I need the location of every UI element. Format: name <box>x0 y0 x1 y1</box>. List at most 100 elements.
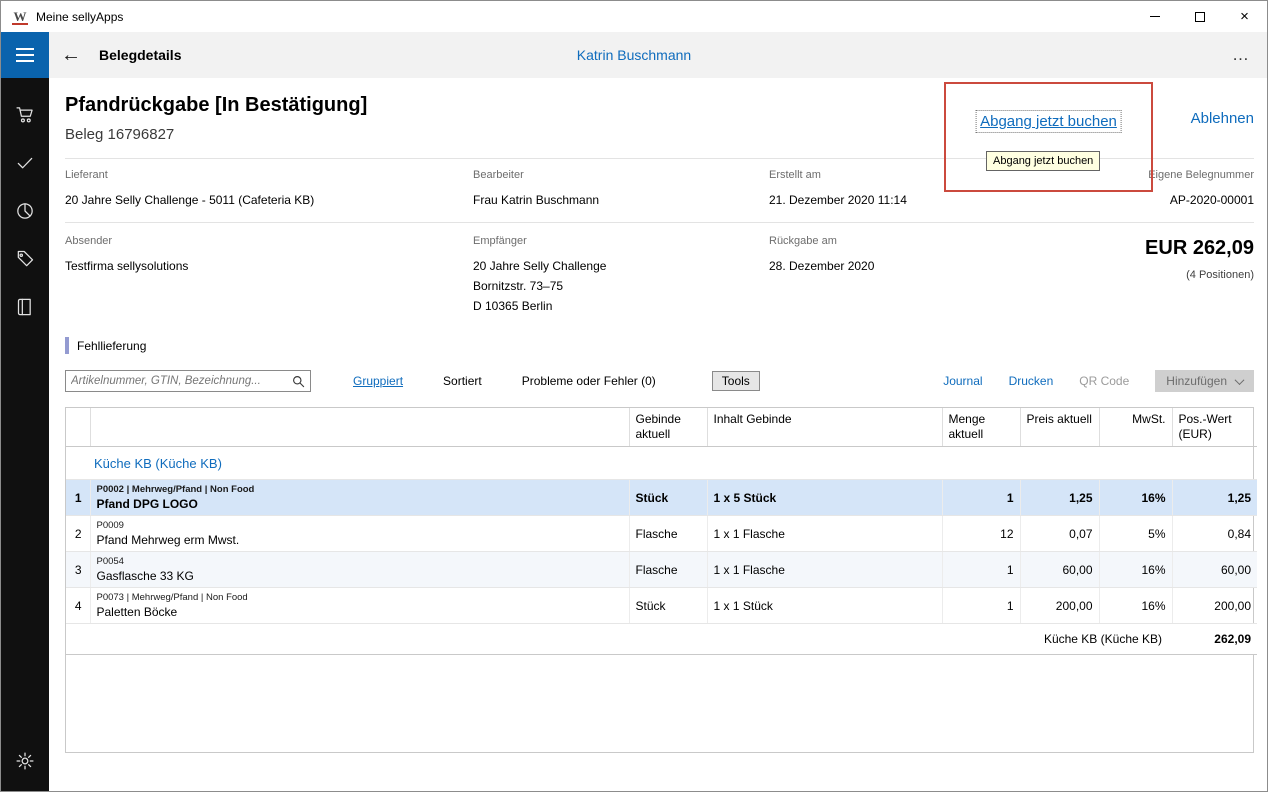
table-row[interactable]: 4 P0073 | Mehrweg/Pfand | Non Food Palet… <box>66 588 1257 624</box>
field-belegnummer: Eigene Belegnummer AP-2020-00001 <box>1148 169 1254 210</box>
field-empfaenger: Empfänger 20 Jahre Selly Challenge Borni… <box>473 235 769 323</box>
row-meta: P0073 | Mehrweg/Pfand | Non Food <box>97 592 623 603</box>
sortiert-link[interactable]: Sortiert <box>443 374 482 388</box>
field-value: 20 Jahre Selly Challenge - 5011 (Cafeter… <box>65 190 473 210</box>
row-wert: 200,00 <box>1172 588 1257 624</box>
row-name: Gasflasche 33 KG <box>97 569 623 583</box>
col-header-num <box>66 408 90 447</box>
field-bearbeiter: Bearbeiter Frau Katrin Buschmann <box>473 169 769 210</box>
gear-icon <box>15 751 35 771</box>
close-icon: × <box>1240 9 1249 24</box>
title-bar: W Meine sellyApps × <box>1 1 1267 32</box>
close-button[interactable]: × <box>1222 1 1267 32</box>
row-meta: P0002 | Mehrweg/Pfand | Non Food <box>97 484 623 495</box>
pie-chart-icon <box>15 201 35 221</box>
col-header-wert: Pos.-Wert (EUR) <box>1172 408 1257 447</box>
journal-link[interactable]: Journal <box>943 374 982 388</box>
row-gebinde: Stück <box>629 588 707 624</box>
table-row[interactable]: 3 P0054 Gasflasche 33 KG Flasche 1 x 1 F… <box>66 552 1257 588</box>
row-inhalt: 1 x 5 Stück <box>707 480 942 516</box>
hamburger-icon <box>16 48 34 50</box>
table-empty-area <box>66 655 1253 752</box>
positions-table: Gebinde aktuell Inhalt Gebinde Menge akt… <box>66 408 1257 655</box>
toolbar-right: Journal Drucken QR Code Hinzufügen <box>943 370 1254 392</box>
minimize-icon <box>1150 16 1160 17</box>
nav-sidebar <box>1 78 49 791</box>
more-button[interactable]: … <box>1215 32 1267 78</box>
search-input[interactable] <box>71 375 292 387</box>
row-menge: 12 <box>942 516 1020 552</box>
table-row[interactable]: 1 P0002 | Mehrweg/Pfand | Non Food Pfand… <box>66 480 1257 516</box>
tools-button[interactable]: Tools <box>712 371 760 391</box>
user-name-link[interactable]: Katrin Buschmann <box>577 32 691 78</box>
row-preis: 0,07 <box>1020 516 1099 552</box>
hinzufuegen-button[interactable]: Hinzufügen <box>1155 370 1254 392</box>
row-inhalt: 1 x 1 Stück <box>707 588 942 624</box>
search-box <box>65 370 311 392</box>
ellipsis-icon: … <box>1232 45 1250 65</box>
row-gebinde: Stück <box>629 480 707 516</box>
cart-icon <box>15 105 35 125</box>
row-gebinde: Flasche <box>629 552 707 588</box>
col-header-menge: Menge aktuell <box>942 408 1020 447</box>
row-description: P0073 | Mehrweg/Pfand | Non Food Palette… <box>90 588 629 624</box>
minimize-button[interactable] <box>1132 1 1177 32</box>
col-header-desc <box>90 408 629 447</box>
main-content: Abgang jetzt buchen Abgang jetzt buchen … <box>49 78 1267 791</box>
row-menge: 1 <box>942 588 1020 624</box>
row-menge: 1 <box>942 480 1020 516</box>
check-icon <box>15 153 35 173</box>
row-preis: 60,00 <box>1020 552 1099 588</box>
app-window: W Meine sellyApps × ← Belegdetails Katri… <box>0 0 1268 792</box>
sidebar-item-journal[interactable] <box>1 283 49 331</box>
back-button[interactable]: ← <box>49 32 93 78</box>
sidebar-item-tasks[interactable] <box>1 139 49 187</box>
ablehnen-link[interactable]: Ablehnen <box>1191 110 1254 127</box>
row-inhalt: 1 x 1 Flasche <box>707 552 942 588</box>
row-meta: P0054 <box>97 556 623 567</box>
row-number: 1 <box>66 480 90 516</box>
sidebar-item-cart[interactable] <box>1 91 49 139</box>
drucken-link[interactable]: Drucken <box>1009 374 1054 388</box>
window-title: Meine sellyApps <box>36 10 123 24</box>
table-row[interactable]: 2 P0009 Pfand Mehrweg erm Mwst. Flasche … <box>66 516 1257 552</box>
flag-bar-icon <box>65 337 69 354</box>
col-header-preis: Preis aktuell <box>1020 408 1099 447</box>
field-absender: Absender Testfirma sellysolutions <box>65 235 473 323</box>
field-value: 28. Dezember 2020 <box>769 256 1145 276</box>
row-mwst: 16% <box>1099 552 1172 588</box>
gruppiert-link[interactable]: Gruppiert <box>353 374 403 388</box>
sidebar-item-settings[interactable] <box>1 737 49 785</box>
maximize-button[interactable] <box>1177 1 1222 32</box>
field-label: Absender <box>65 235 473 247</box>
group-label: Küche KB (Küche KB) <box>66 447 1257 480</box>
group-row[interactable]: Küche KB (Küche KB) <box>66 447 1257 480</box>
field-rueckgabe-am: Rückgabe am 28. Dezember 2020 <box>769 235 1145 323</box>
qr-code-link[interactable]: QR Code <box>1079 374 1129 388</box>
hamburger-button[interactable] <box>1 32 49 78</box>
search-icon[interactable] <box>292 375 305 388</box>
document-total: EUR 262,09 <box>1145 237 1254 260</box>
tag-icon <box>15 249 35 269</box>
sidebar-item-tags[interactable] <box>1 235 49 283</box>
row-name: Pfand Mehrweg erm Mwst. <box>97 533 623 547</box>
annotation-box: Abgang jetzt buchen Abgang jetzt buchen <box>944 82 1153 192</box>
field-value: Frau Katrin Buschmann <box>473 190 769 210</box>
maximize-icon <box>1195 12 1205 22</box>
info-row-2: Absender Testfirma sellysolutions Empfän… <box>65 223 1254 323</box>
row-wert: 1,25 <box>1172 480 1257 516</box>
sidebar-item-reports[interactable] <box>1 187 49 235</box>
list-toolbar: Gruppiert Sortiert Probleme oder Fehler … <box>65 370 1254 392</box>
book-icon <box>15 297 35 317</box>
row-number: 4 <box>66 588 90 624</box>
probleme-link[interactable]: Probleme oder Fehler (0) <box>522 374 656 388</box>
col-header-gebinde: Gebinde aktuell <box>629 408 707 447</box>
app-bar: ← Belegdetails Katrin Buschmann … <box>1 32 1267 78</box>
row-mwst: 16% <box>1099 480 1172 516</box>
field-label: Eigene Belegnummer <box>1148 169 1254 181</box>
field-value: 21. Dezember 2020 11:14 <box>769 190 1148 210</box>
row-wert: 0,84 <box>1172 516 1257 552</box>
row-preis: 1,25 <box>1020 480 1099 516</box>
status-flag: Fehllieferung <box>65 337 1254 354</box>
abgang-buchen-link[interactable]: Abgang jetzt buchen <box>975 110 1122 133</box>
